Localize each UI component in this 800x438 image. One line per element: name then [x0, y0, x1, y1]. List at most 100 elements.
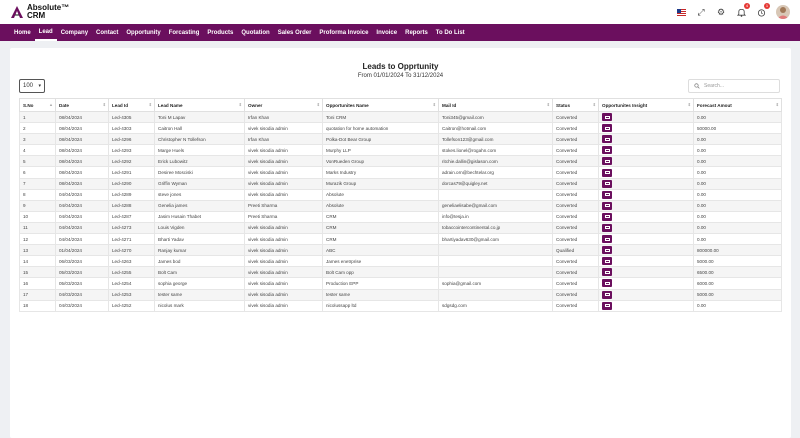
cell-opportunity-insight — [598, 233, 694, 246]
nav-home[interactable]: Home — [10, 24, 35, 41]
cell-sno: 15 — [19, 266, 56, 279]
cell-lead-name[interactable]: nicolus mark — [154, 299, 245, 312]
search-input[interactable]: Search... — [688, 79, 780, 93]
cell-lead-name[interactable]: steve jones — [154, 188, 245, 201]
sort-icon: ⇕ — [148, 102, 152, 107]
cell-lead-name[interactable]: Toni M Lapav — [154, 110, 245, 124]
cell-lead-name[interactable]: Louis Vigden — [154, 221, 245, 235]
cell-lead-name[interactable]: Ranjay kumar — [154, 244, 245, 257]
cell-opportunity-insight — [598, 110, 694, 124]
cell-status: Converted — [552, 210, 599, 223]
cell-opportunity-name: Murazik Group — [322, 177, 439, 190]
rows-per-page-select[interactable]: 100 ▾ — [19, 79, 45, 93]
table-header-row: S.No ▲ Date ⇕ Lead Id ⇕ Lead Name ⇕ Owner ⇕ O… — [19, 98, 782, 112]
cell-lead-name[interactable]: Caitron Hall — [154, 122, 245, 135]
rows-per-page-value: 100 — [23, 83, 34, 89]
cell-owner: vivek sisodia admin — [244, 277, 323, 290]
opportunity-insight-button[interactable] — [602, 124, 612, 133]
opportunity-insight-button[interactable] — [602, 257, 612, 266]
cell-status: Converted — [552, 155, 599, 168]
cell-opportunity-insight — [598, 210, 694, 223]
opportunity-insight-button[interactable] — [602, 301, 612, 310]
cell-lead-name[interactable]: Bharti Yadav — [154, 233, 245, 246]
cell-date: 08/04/2024 — [55, 155, 109, 168]
column-header[interactable]: Date ⇕ — [55, 98, 109, 112]
column-header-label: Owner — [248, 102, 263, 108]
column-header[interactable]: Opportunites Name ⇕ — [322, 98, 439, 112]
cell-lead-name[interactable]: James bod — [154, 255, 245, 268]
opportunity-insight-button[interactable] — [602, 223, 612, 232]
nav-products[interactable]: Products — [203, 24, 237, 41]
cell-lead-name[interactable]: sophia george — [154, 277, 245, 290]
nav-opportunity[interactable]: Opportunity — [122, 24, 164, 41]
cell-lead-id: Led-4292 — [108, 155, 155, 168]
table-row: 15 05/03/2024 Led-4255 Bolt Cam vivek sisodi… — [19, 266, 782, 279]
opportunity-insight-button[interactable] — [602, 268, 612, 277]
opportunity-insight-button[interactable] — [602, 179, 612, 188]
cell-lead-name[interactable]: Marge Huels — [154, 144, 245, 157]
nav-contact[interactable]: Contact — [92, 24, 122, 41]
column-header[interactable]: Status ⇕ — [552, 98, 599, 112]
opportunity-insight-button[interactable] — [602, 168, 612, 177]
document-icon — [604, 126, 610, 130]
column-header-label: Status — [556, 102, 571, 108]
cell-forecast-amount: 0.00 — [693, 188, 782, 201]
nav-quotation[interactable]: Quotation — [237, 24, 273, 41]
column-header[interactable]: Owner ⇕ — [244, 98, 323, 112]
cell-owner: vivek sisodia admin — [244, 244, 323, 257]
column-header[interactable]: Opportunites Insight ⇕ — [598, 98, 694, 112]
cell-lead-name[interactable]: Erick Lubowitz — [154, 155, 245, 168]
opportunity-insight-button[interactable] — [602, 146, 612, 155]
column-header[interactable]: Mail Id ⇕ — [438, 98, 553, 112]
cell-lead-name[interactable]: Griffin Wyman — [154, 177, 245, 190]
cell-lead-name[interactable]: Bolt Cam — [154, 266, 245, 279]
opportunity-insight-button[interactable] — [602, 157, 612, 166]
column-header[interactable]: S.No ▲ — [19, 98, 56, 112]
nav-sales-order[interactable]: Sales Order — [274, 24, 316, 41]
nav-company[interactable]: Company — [57, 24, 92, 41]
fullscreen-button[interactable]: ⤢ — [696, 7, 706, 17]
cell-opportunity-name: Polka-Dot Bear Group — [322, 133, 439, 146]
opportunity-insight-button[interactable] — [602, 113, 612, 122]
opportunity-insight-button[interactable] — [602, 135, 612, 144]
opportunity-insight-button[interactable] — [602, 279, 612, 288]
chevron-down-icon: ▾ — [38, 83, 41, 89]
opportunity-insight-button[interactable] — [602, 190, 612, 199]
user-avatar[interactable] — [776, 5, 790, 19]
document-icon — [604, 137, 610, 141]
settings-button[interactable]: ⚙ — [716, 7, 726, 17]
column-header[interactable]: Forecast Amout ⇕ — [693, 98, 782, 112]
column-header[interactable]: Lead Name ⇕ — [154, 98, 245, 112]
cell-lead-name[interactable]: Desiree Mosciski — [154, 166, 245, 179]
nav-forcasting[interactable]: Forcasting — [165, 24, 204, 41]
cell-lead-name[interactable]: Christopher N Tollefson — [154, 133, 245, 146]
alerts-button[interactable]: 1 — [756, 3, 770, 17]
nav-invoice[interactable]: Invoice — [372, 24, 401, 41]
nav-reports[interactable]: Reports — [401, 24, 432, 41]
opportunity-insight-button[interactable] — [602, 246, 612, 255]
cell-lead-name[interactable]: Jasim Husain Thabet — [154, 210, 245, 223]
app-logo[interactable]: Absolute™ CRM — [10, 4, 69, 20]
cell-lead-name[interactable]: tester same — [154, 288, 245, 301]
opportunity-insight-button[interactable] — [602, 212, 612, 221]
cell-sno: 7 — [19, 177, 56, 190]
cell-opportunity-name: Toni CRM — [322, 110, 439, 124]
document-icon — [604, 248, 610, 252]
cell-lead-name[interactable]: Genelia james — [154, 199, 245, 212]
opportunity-insight-button[interactable] — [602, 235, 612, 244]
opportunity-insight-button[interactable] — [602, 290, 612, 299]
column-header[interactable]: Lead Id ⇕ — [108, 98, 155, 112]
notifications-button[interactable]: 4 — [736, 3, 750, 17]
nav-proforma-invoice[interactable]: Proforma Invoice — [315, 24, 372, 41]
cell-mail-id: info@tesja.in — [438, 210, 553, 223]
cell-opportunity-name: Production EPP — [322, 277, 439, 290]
cell-forecast-amount: 800000.00 — [693, 244, 782, 257]
nav-lead[interactable]: Lead — [34, 24, 57, 41]
cell-forecast-amount: 0.00 — [693, 210, 782, 223]
opportunity-insight-button[interactable] — [602, 201, 612, 210]
logo-text: Absolute™ CRM — [27, 4, 69, 20]
document-icon — [604, 182, 610, 186]
nav-to-do-list[interactable]: To Do List — [432, 24, 469, 41]
language-button[interactable] — [676, 7, 686, 17]
cell-status: Converted — [552, 177, 599, 190]
